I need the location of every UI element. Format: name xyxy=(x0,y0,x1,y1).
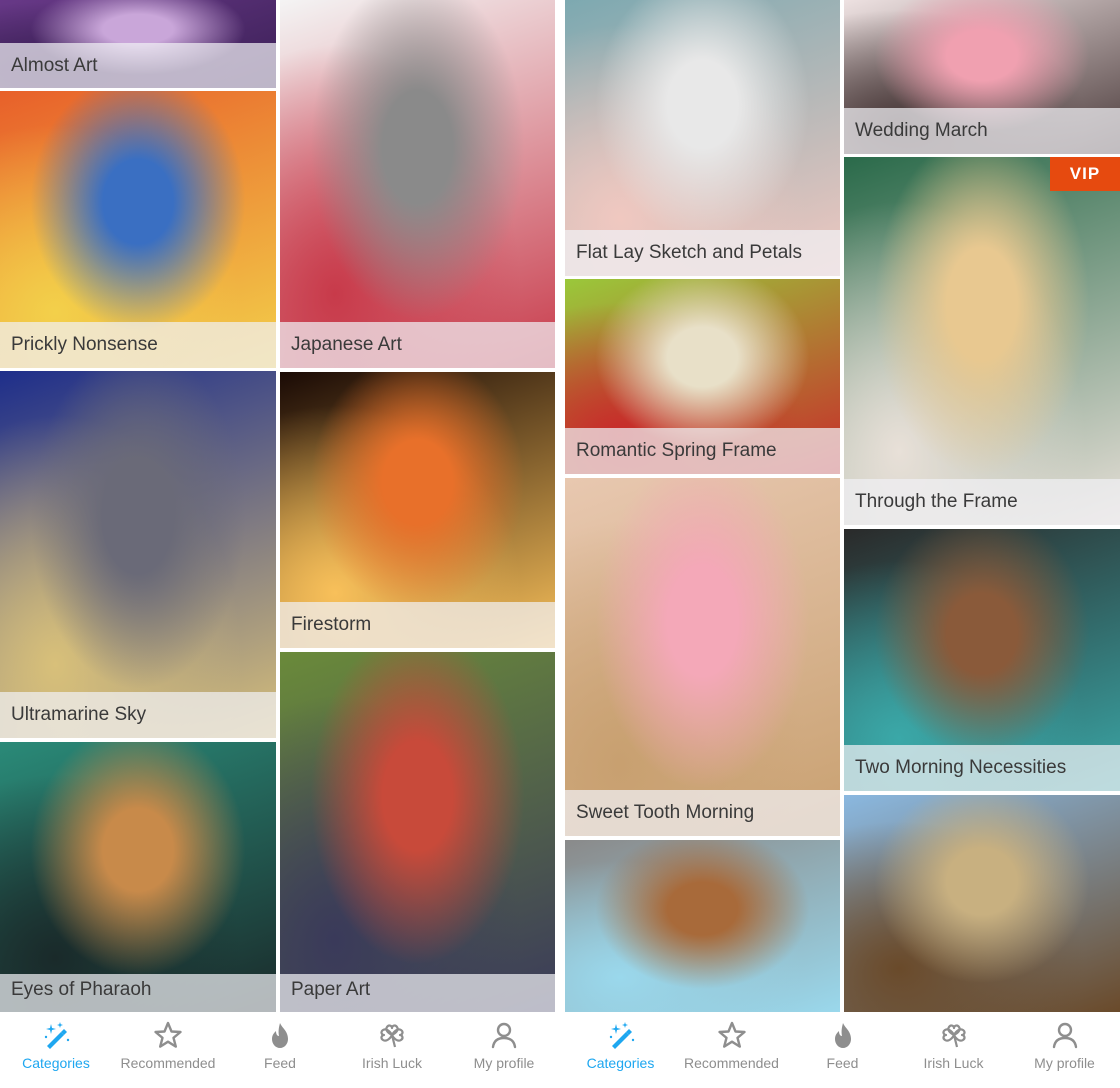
card-thumbnail xyxy=(280,652,555,1012)
category-card[interactable]: Prickly Nonsense xyxy=(0,91,276,368)
tab-recommended[interactable]: Recommended xyxy=(112,1012,224,1088)
flame-icon xyxy=(272,1023,288,1048)
card-title: Eyes of Pharaoh xyxy=(0,974,276,1012)
tab-categories[interactable]: Categories xyxy=(0,1012,112,1088)
tab-recommended[interactable]: Recommended xyxy=(676,1012,787,1088)
tab-irish-luck[interactable]: Irish Luck xyxy=(898,1012,1009,1088)
category-card[interactable]: Sweet Tooth Morning xyxy=(565,478,840,836)
right-screen: Flat Lay Sketch and Petals Romantic Spri… xyxy=(565,0,1120,1088)
tab-label: Categories xyxy=(22,1055,90,1071)
category-card[interactable] xyxy=(565,840,840,1012)
card-thumbnail xyxy=(565,478,840,836)
magic-wand-icon xyxy=(44,1022,70,1049)
tab-categories[interactable]: Categories xyxy=(565,1012,676,1088)
flame-icon xyxy=(834,1023,851,1048)
card-title: Firestorm xyxy=(280,602,555,648)
card-thumbnail xyxy=(0,742,276,1012)
star-icon xyxy=(154,1021,182,1048)
category-card[interactable]: Romantic Spring Frame xyxy=(565,279,840,474)
person-icon xyxy=(491,1022,517,1049)
category-card[interactable]: Two Morning Necessities xyxy=(844,529,1120,791)
bottom-tab-bar: Categories Recommended Feed Irish Luck M… xyxy=(0,1012,560,1088)
category-card[interactable]: Firestorm xyxy=(280,372,555,648)
category-card[interactable]: VIP Through the Frame xyxy=(844,157,1120,525)
card-title: Through the Frame xyxy=(844,479,1120,525)
card-thumbnail xyxy=(280,0,555,368)
magic-wand-icon xyxy=(609,1022,634,1049)
card-thumbnail xyxy=(844,795,1120,1012)
card-title: Prickly Nonsense xyxy=(0,322,276,368)
card-title: Sweet Tooth Morning xyxy=(565,790,840,836)
card-title: Two Morning Necessities xyxy=(844,745,1120,791)
star-icon xyxy=(717,1021,746,1048)
category-card[interactable] xyxy=(844,795,1120,1012)
shamrock-icon xyxy=(380,1024,404,1048)
tab-label: Feed xyxy=(264,1055,296,1071)
card-title: Wedding March xyxy=(844,108,1120,154)
card-title: Romantic Spring Frame xyxy=(565,428,840,474)
tab-label: Irish Luck xyxy=(923,1055,984,1071)
tab-label: Irish Luck xyxy=(362,1055,422,1071)
tab-feed[interactable]: Feed xyxy=(224,1012,336,1088)
tab-label: My profile xyxy=(1034,1055,1095,1071)
card-title: Japanese Art xyxy=(280,322,555,368)
tab-feed[interactable]: Feed xyxy=(787,1012,898,1088)
card-thumbnail xyxy=(0,371,276,738)
person-icon xyxy=(1052,1022,1077,1049)
category-card[interactable]: Paper Art xyxy=(280,652,555,1012)
category-card[interactable]: Flat Lay Sketch and Petals xyxy=(565,0,840,276)
vip-badge: VIP xyxy=(1050,157,1120,191)
category-card[interactable]: Wedding March xyxy=(844,0,1120,154)
category-card[interactable]: Eyes of Pharaoh xyxy=(0,742,276,1012)
card-title: Almost Art xyxy=(0,43,276,88)
card-thumbnail xyxy=(844,157,1120,525)
card-thumbnail xyxy=(565,840,840,1012)
tab-my-profile[interactable]: My profile xyxy=(448,1012,560,1088)
left-screen: Almost Art Prickly Nonsense Ultramarine … xyxy=(0,0,560,1088)
tab-label: Recommended xyxy=(684,1055,779,1071)
tab-label: My profile xyxy=(473,1055,535,1071)
tab-my-profile[interactable]: My profile xyxy=(1009,1012,1120,1088)
shamrock-icon xyxy=(941,1024,966,1048)
tab-label: Categories xyxy=(586,1055,655,1071)
tab-label: Feed xyxy=(826,1055,859,1071)
card-title: Ultramarine Sky xyxy=(0,692,276,738)
card-title: Paper Art xyxy=(280,974,555,1012)
bottom-tab-bar: Categories Recommended Feed Irish Luck M… xyxy=(565,1012,1120,1088)
tab-irish-luck[interactable]: Irish Luck xyxy=(336,1012,448,1088)
card-title: Flat Lay Sketch and Petals xyxy=(565,230,840,276)
category-card[interactable]: Japanese Art xyxy=(280,0,555,368)
category-card[interactable]: Ultramarine Sky xyxy=(0,371,276,738)
category-card[interactable]: Almost Art xyxy=(0,0,276,88)
tab-label: Recommended xyxy=(120,1055,216,1071)
